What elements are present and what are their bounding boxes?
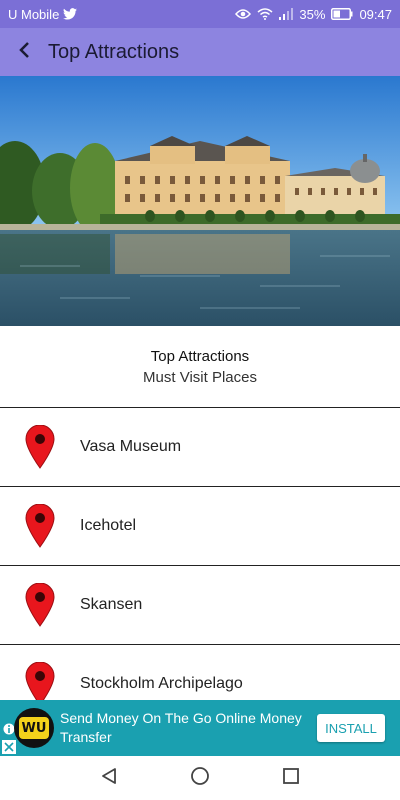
back-arrow-icon [17,41,31,64]
map-pin-icon [0,487,80,566]
battery-percent: 35% [299,6,326,22]
home-circle-icon [190,766,210,791]
palace-photo [0,76,400,326]
nav-back-button[interactable] [87,756,131,800]
clock: 09:47 [359,6,392,22]
nav-home-button[interactable] [178,756,222,800]
map-pin-icon [0,408,80,487]
close-icon[interactable] [2,740,16,754]
list-item-label: Stockholm Archipelago [80,675,243,692]
nav-recents-button[interactable] [269,756,313,800]
signal-icon [279,8,294,20]
battery-icon [331,8,353,20]
ad-banner[interactable]: WU Send Money On The Go Online Money Tra… [0,700,400,756]
list-item[interactable]: Skansen [0,566,400,645]
back-button[interactable] [0,28,48,76]
section-title: Top Attractions [150,347,250,365]
page-title: Top Attractions [48,40,180,63]
ad-text: Send Money On The Go Online Money Transf… [60,710,302,745]
eye-icon [235,8,252,20]
ad-logo: WU [14,708,54,748]
recents-square-icon [282,767,300,790]
status-bar: U Mobile 35% 09:47 [0,0,400,28]
wifi-icon [257,8,273,20]
intro-section: Top Attractions Must Visit Places [0,326,400,408]
carrier-name: U Mobile [8,6,60,22]
map-pin-icon [0,566,80,645]
attractions-list: Vasa Museum Icehotel Skansen Stockholm A… [0,408,400,724]
list-item[interactable]: Icehotel [0,487,400,566]
ad-logo-text: WU [19,717,49,739]
app-bar: Top Attractions [0,28,400,76]
twitter-icon [63,8,78,20]
back-triangle-icon [100,767,118,790]
list-item[interactable]: Vasa Museum [0,408,400,487]
section-subtitle: Must Visit Places [143,368,257,386]
list-item-label: Icehotel [80,517,137,534]
list-item-label: Vasa Museum [80,438,182,455]
install-button[interactable]: INSTALL [317,714,385,742]
hero-image [0,76,400,326]
list-item-label: Skansen [80,596,143,613]
system-nav-bar [0,756,400,800]
